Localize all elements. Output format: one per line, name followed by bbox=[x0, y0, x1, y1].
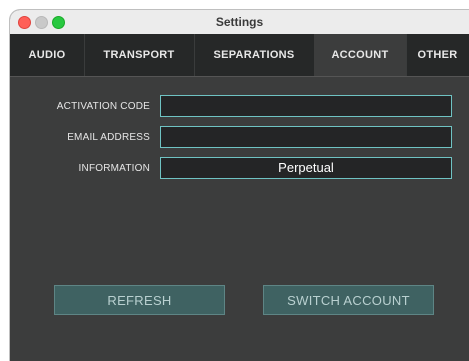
switch-account-button[interactable]: SWITCH ACCOUNT bbox=[263, 285, 434, 315]
settings-window: Settings AUDIO TRANSPORT SEPARATIONS ACC… bbox=[10, 10, 469, 361]
information-label: INFORMATION bbox=[78, 163, 150, 174]
activation-code-label: ACTIVATION CODE bbox=[56, 101, 150, 112]
information-field: Perpetual bbox=[160, 157, 452, 179]
tab-audio[interactable]: AUDIO bbox=[10, 34, 85, 76]
activation-code-field[interactable] bbox=[160, 95, 452, 117]
settings-tab-bar: AUDIO TRANSPORT SEPARATIONS ACCOUNT OTHE… bbox=[10, 34, 469, 76]
window-title: Settings bbox=[215, 15, 264, 29]
tab-other[interactable]: OTHER bbox=[406, 34, 469, 76]
tab-account[interactable]: ACCOUNT bbox=[314, 34, 407, 76]
email-address-label: EMAIL ADDRESS bbox=[67, 132, 150, 143]
email-address-field[interactable] bbox=[160, 126, 452, 148]
tab-divider bbox=[10, 76, 469, 77]
refresh-button[interactable]: REFRESH bbox=[54, 285, 225, 315]
tab-separations[interactable]: SEPARATIONS bbox=[194, 34, 315, 76]
tab-transport[interactable]: TRANSPORT bbox=[84, 34, 195, 76]
title-bar: Settings bbox=[10, 10, 469, 35]
